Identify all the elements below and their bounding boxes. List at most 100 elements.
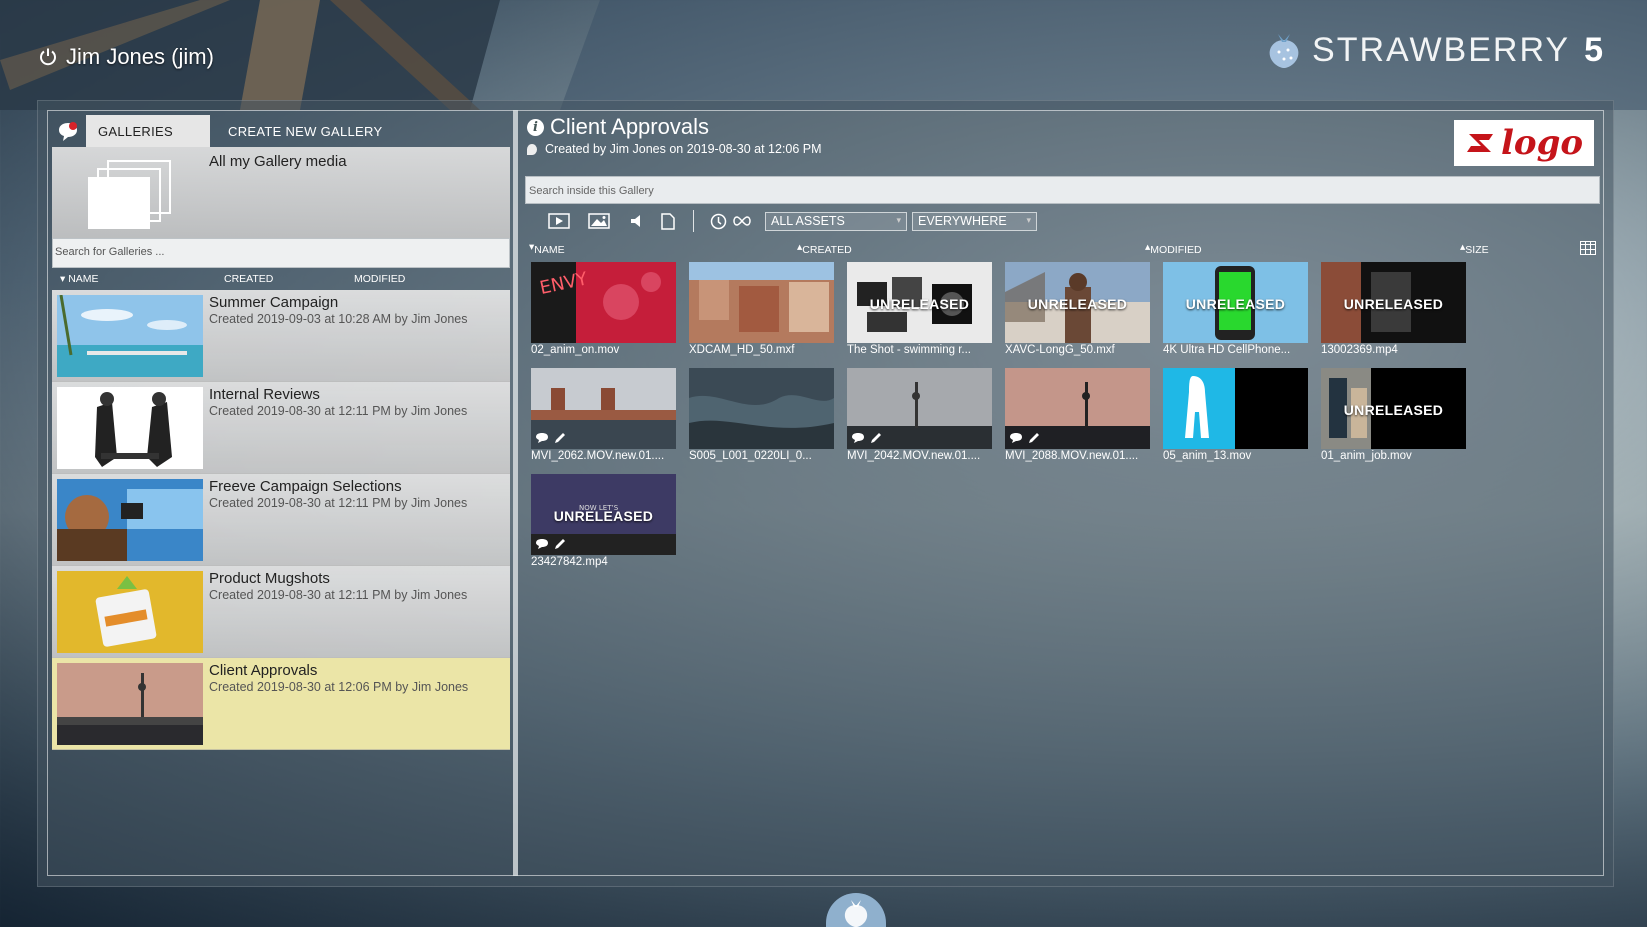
gallery-title: Summer Campaign [209, 294, 339, 311]
comment-icon[interactable] [535, 432, 549, 444]
comment-icon[interactable] [851, 432, 865, 444]
brand-word: STRAWBERRY [1312, 30, 1571, 69]
asset-tile[interactable]: UNRELEASED The Shot - swimming r... [847, 262, 992, 362]
unreleased-label: UNRELEASED [1343, 402, 1444, 418]
info-icon[interactable]: i [527, 118, 544, 136]
comment-bubble-icon [527, 143, 537, 155]
pencil-icon[interactable] [1027, 432, 1041, 444]
gallery-item-client-approvals[interactable]: Client Approvals Created 2019-08-30 at 1… [52, 658, 510, 750]
col-size[interactable]: ▴ SIZE [1460, 241, 1489, 256]
gallery-content-search-input[interactable]: Search inside this Gallery [525, 176, 1600, 204]
asset-tile[interactable]: MVI_2088.MOV.new.01.... [1005, 368, 1150, 468]
asset-name: S005_L001_0220LI_0... [689, 450, 812, 462]
gallery-subtitle: Created 2019-09-03 at 10:28 AM by Jim Jo… [209, 312, 468, 326]
clock-icon[interactable] [708, 212, 728, 230]
asset-tile[interactable]: XDCAM_HD_50.mxf [689, 262, 834, 362]
gallery-thumbnail [57, 295, 203, 377]
asset-name: 4K Ultra HD CellPhone... [1163, 344, 1291, 356]
asset-thumbnail[interactable] [689, 368, 834, 449]
strawberry-icon [1264, 30, 1304, 70]
toolbar-separator [693, 210, 694, 232]
asset-tile[interactable]: S005_L001_0220LI_0... [689, 368, 834, 468]
infinity-icon[interactable] [730, 212, 754, 230]
asset-tile[interactable]: MVI_2042.MOV.new.01.... [847, 368, 992, 468]
comment-icon[interactable] [1009, 432, 1023, 444]
gallery-item-summer-campaign[interactable]: Summer Campaign Created 2019-09-03 at 10… [52, 290, 510, 382]
grid-view-icon[interactable] [1580, 241, 1596, 255]
document-filter-icon[interactable] [659, 212, 677, 230]
col-name[interactable]: ▾ NAME [60, 273, 99, 285]
col-modified[interactable]: MODIFIED [354, 273, 405, 285]
unreleased-label: UNRELEASED [1027, 296, 1128, 312]
asset-tile[interactable]: MVI_2062.MOV.new.01.... [531, 368, 676, 468]
asset-tile[interactable]: UNRELEASED 13002369.mp4 [1321, 262, 1466, 362]
asset-badges [535, 538, 567, 550]
client-logo: logo [1454, 120, 1594, 166]
asset-thumbnail[interactable] [689, 262, 834, 343]
gallery-item-internal-reviews[interactable]: Internal Reviews Created 2019-08-30 at 1… [52, 382, 510, 474]
chevron-down-icon: ▾ [896, 215, 901, 225]
search-scope-select[interactable]: EVERYWHERE ▾ [912, 212, 1037, 231]
unreleased-label: UNRELEASED [1185, 296, 1286, 312]
gallery-detail-subtitle: Created by Jim Jones on 2019-08-30 at 12… [545, 142, 822, 156]
pencil-icon[interactable] [553, 432, 567, 444]
power-icon[interactable] [38, 47, 58, 67]
gallery-item-freeve-campaign[interactable]: Freeve Campaign Selections Created 2019-… [52, 474, 510, 566]
galleries-list: Summer Campaign Created 2019-09-03 at 10… [52, 290, 510, 750]
asset-name: MVI_2042.MOV.new.01.... [847, 450, 981, 462]
galleries-tabs: GALLERIES CREATE NEW GALLERY [52, 115, 510, 147]
strawberry-icon [844, 900, 868, 927]
brand-logo: STRAWBERRY 5 [1264, 30, 1603, 70]
gallery-thumbnail [57, 571, 203, 653]
logo-text: logo [1500, 123, 1584, 163]
comment-icon[interactable] [535, 538, 549, 550]
all-gallery-media[interactable]: All my Gallery media [52, 147, 510, 238]
gallery-title: Client Approvals [209, 662, 318, 679]
asset-badges [535, 432, 567, 444]
asset-tile[interactable]: ENVY 02_anim_on.mov [531, 262, 676, 362]
notification-bubble-icon[interactable] [56, 121, 80, 143]
asset-name: MVI_2088.MOV.new.01.... [1005, 450, 1139, 462]
all-media-label: All my Gallery media [209, 153, 347, 170]
asset-name: 13002369.mp4 [1321, 344, 1398, 356]
audio-filter-icon[interactable] [627, 212, 647, 230]
galleries-panel: GALLERIES CREATE NEW GALLERY All my Gall… [52, 115, 510, 875]
asset-tile[interactable]: UNRELEASED 4K Ultra HD CellPhone... [1163, 262, 1308, 362]
pencil-icon[interactable] [869, 432, 883, 444]
pencil-icon[interactable] [553, 538, 567, 550]
image-filter-icon[interactable] [587, 212, 611, 230]
asset-name: 05_anim_13.mov [1163, 450, 1252, 462]
gallery-subtitle: Created 2019-08-30 at 12:06 PM by Jim Jo… [209, 680, 469, 694]
gallery-title: Internal Reviews [209, 386, 320, 403]
asset-name: 01_anim_job.mov [1321, 450, 1412, 462]
asset-badges [851, 432, 883, 444]
user-menu[interactable]: Jim Jones (jim) [38, 44, 214, 70]
asset-type-select[interactable]: ALL ASSETS ▾ [765, 212, 907, 231]
asset-tile[interactable]: UNRELEASED XAVC-LongG_50.mxf [1005, 262, 1150, 362]
asset-name: 23427842.mp4 [531, 556, 608, 568]
col-modified[interactable]: ▴ MODIFIED [1145, 241, 1202, 256]
gallery-title: Freeve Campaign Selections [209, 478, 402, 495]
asset-thumbnail[interactable] [1163, 368, 1308, 449]
asset-tile[interactable]: UNRELEASED 01_anim_job.mov [1321, 368, 1466, 468]
gallery-thumbnail [57, 479, 203, 561]
user-name: Jim Jones (jim) [66, 44, 214, 69]
video-filter-icon[interactable] [547, 212, 571, 230]
col-created[interactable]: ▴ CREATED [797, 241, 852, 256]
col-created[interactable]: CREATED [224, 273, 273, 285]
panel-divider[interactable] [513, 110, 518, 876]
brand-version: 5 [1584, 30, 1603, 69]
asset-toolbar: ALL ASSETS ▾ EVERYWHERE ▾ [525, 210, 1600, 234]
bottom-strawberry-button[interactable] [826, 893, 886, 927]
tab-galleries[interactable]: GALLERIES [86, 115, 210, 147]
col-name[interactable]: ▾ NAME [529, 241, 565, 256]
asset-tile[interactable]: NOW LET’S UNRELEASED 23427842.mp4 [531, 474, 676, 574]
tab-create-new-gallery[interactable]: CREATE NEW GALLERY [216, 115, 394, 147]
gallery-title: Product Mugshots [209, 570, 330, 587]
asset-tile[interactable]: 05_anim_13.mov [1163, 368, 1308, 468]
gallery-subtitle: Created 2019-08-30 at 12:11 PM by Jim Jo… [209, 588, 468, 602]
gallery-item-product-mugshots[interactable]: Product Mugshots Created 2019-08-30 at 1… [52, 566, 510, 658]
gallery-search-input[interactable]: Search for Galleries ... [52, 238, 510, 268]
asset-name: The Shot - swimming r... [847, 344, 971, 356]
asset-thumbnail[interactable]: ENVY [531, 262, 676, 343]
